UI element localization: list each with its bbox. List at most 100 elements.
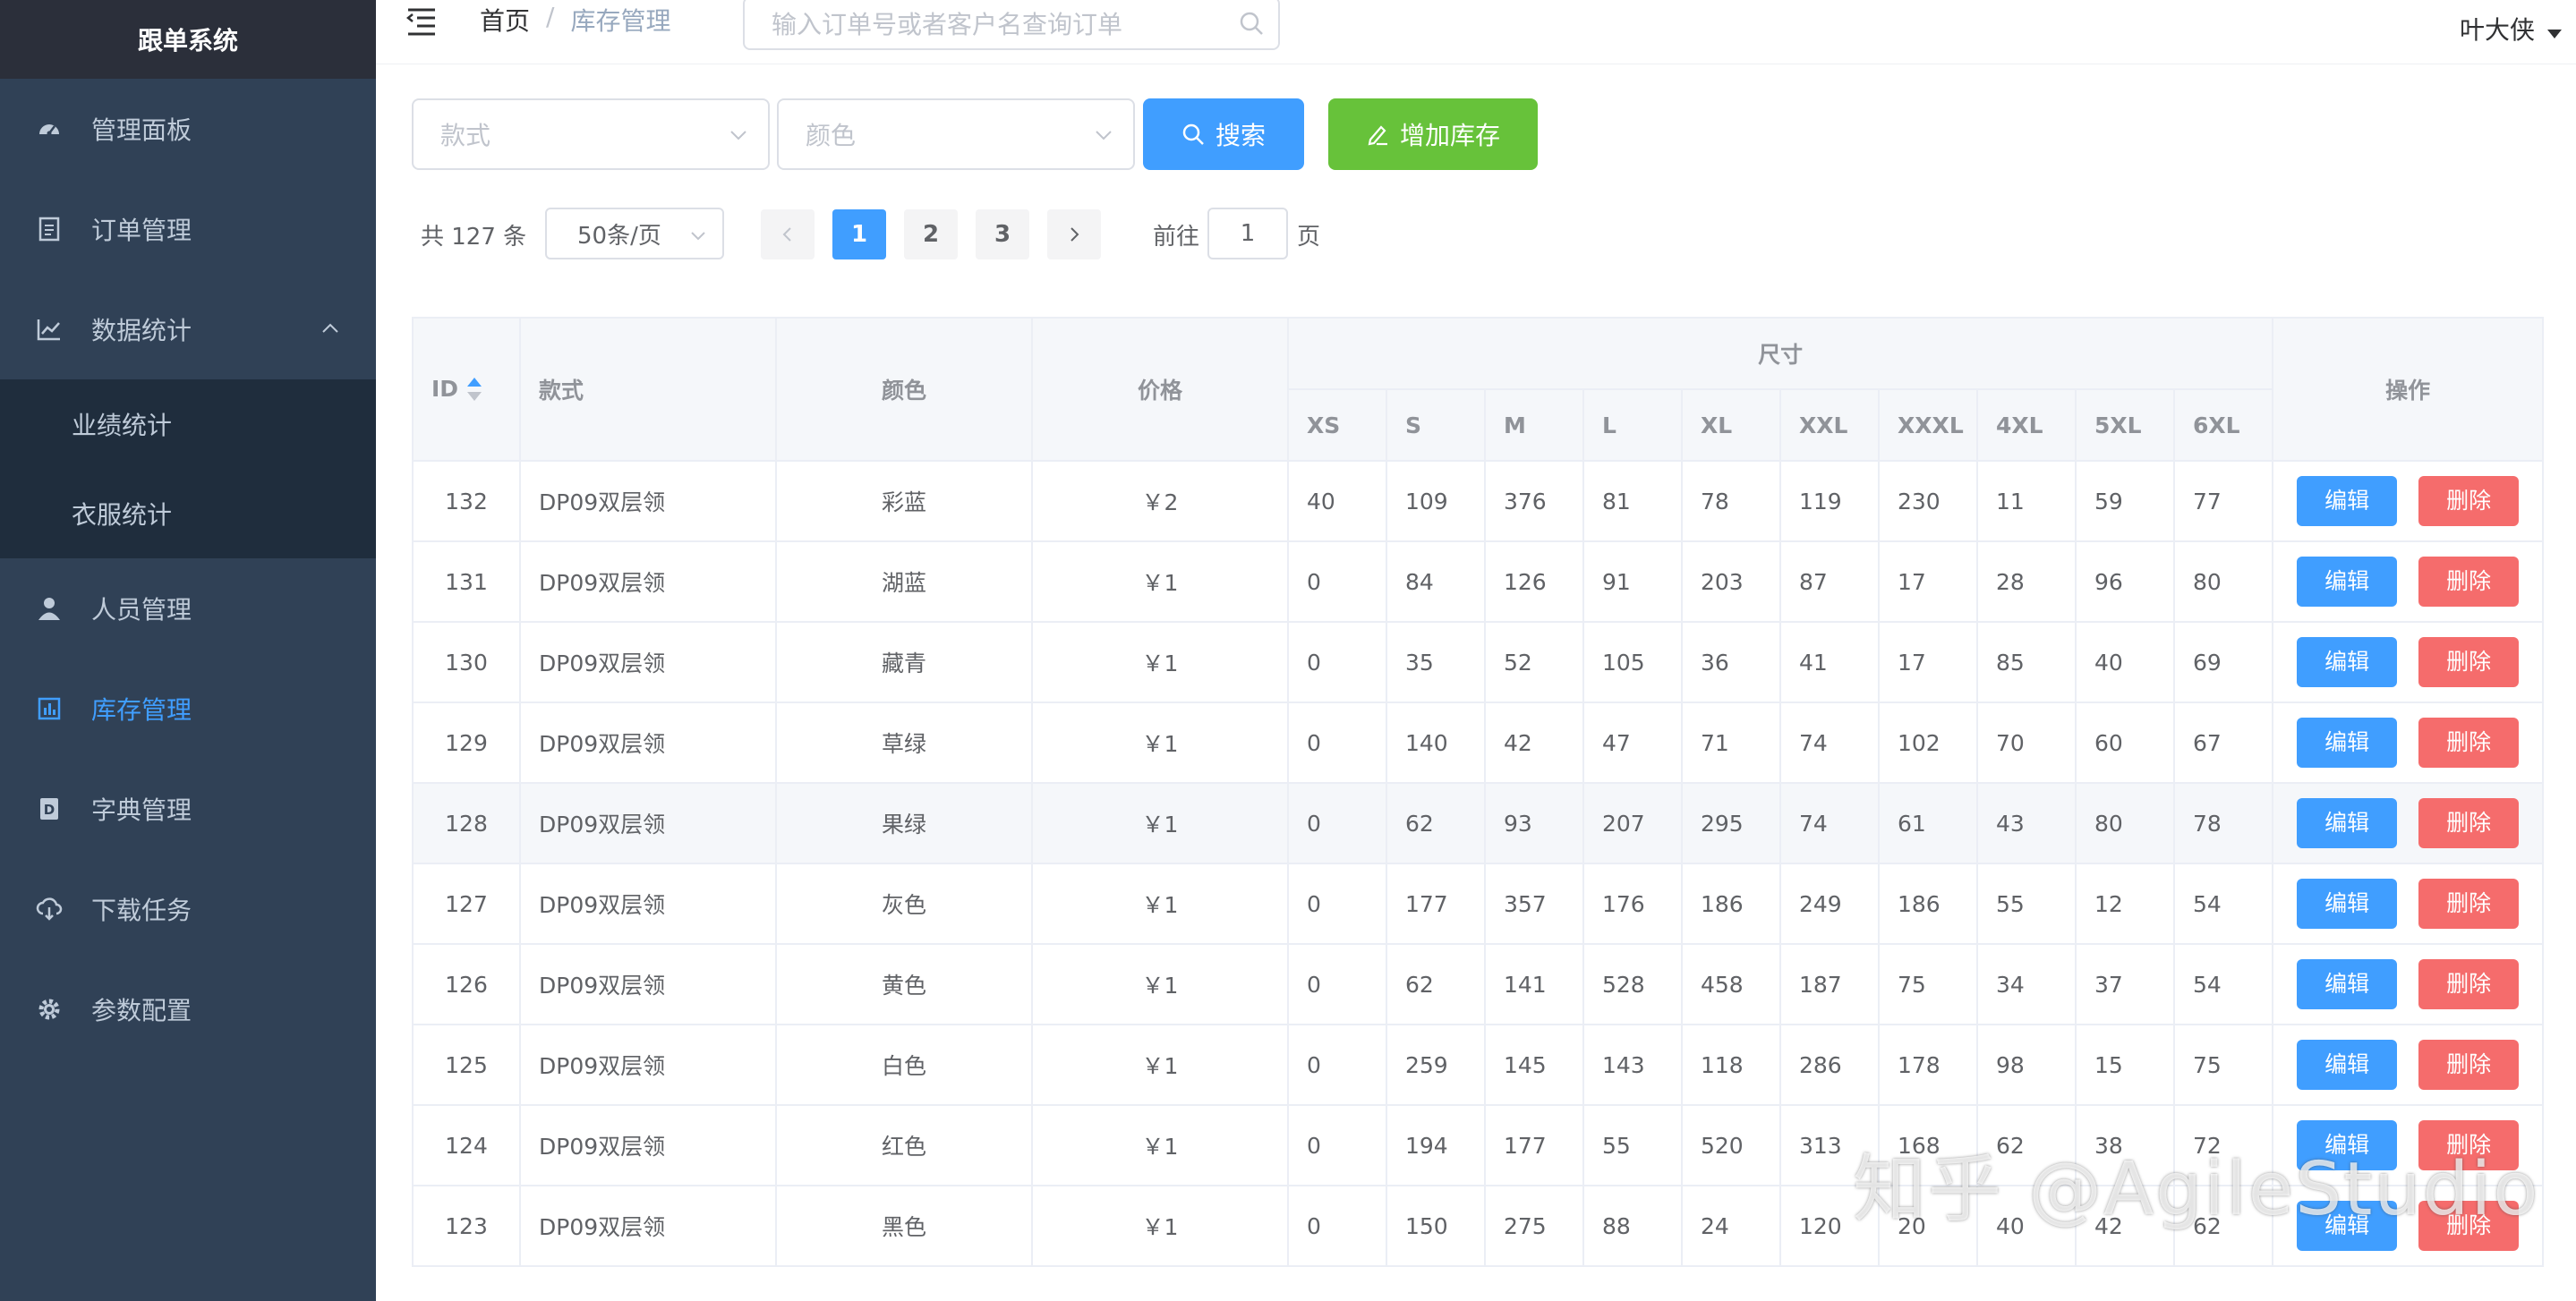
prev-page-button[interactable]: [761, 209, 815, 259]
style-select[interactable]: 款式: [412, 98, 770, 170]
sidebar-item-settings[interactable]: 参数配置: [0, 959, 376, 1059]
cell-size-qty: 35: [1386, 621, 1486, 703]
sidebar-item-label: 数据统计: [91, 316, 192, 345]
cell-actions: 编辑 删除: [2272, 1024, 2545, 1106]
delete-button[interactable]: 删除: [2418, 798, 2520, 848]
cell-size-qty: 286: [1779, 1024, 1880, 1106]
cell-size-qty: 0: [1287, 1024, 1387, 1106]
edit-button[interactable]: 编辑: [2297, 557, 2398, 607]
search-icon: [1182, 123, 1204, 145]
sidebar-item-staff[interactable]: 人员管理: [0, 558, 376, 659]
page-number-3[interactable]: 3: [976, 209, 1029, 259]
sidebar-item-inventory[interactable]: 库存管理: [0, 659, 376, 759]
cell-color: 黄色: [775, 943, 1033, 1025]
sidebar-item-dictionary[interactable]: D 字典管理: [0, 759, 376, 859]
cell-size-qty: 67: [2172, 702, 2274, 784]
sidebar-item-dashboard[interactable]: 管理面板: [0, 79, 376, 179]
goto-page-input[interactable]: 1: [1207, 208, 1288, 259]
next-page-button[interactable]: [1047, 209, 1101, 259]
cell-actions: 编辑 删除: [2272, 460, 2545, 542]
page-size-select[interactable]: 50条/页: [545, 208, 724, 259]
delete-button[interactable]: 删除: [2418, 557, 2520, 607]
search-button[interactable]: 搜索: [1143, 98, 1304, 170]
color-select[interactable]: 颜色: [777, 98, 1135, 170]
add-inventory-button[interactable]: 增加库存: [1328, 98, 1538, 170]
cell-size-qty: 143: [1582, 1024, 1683, 1106]
table-row: 125 DP09双层领 白色 ￥1 0 259 145 143 118 286 178 98 15 75 编…: [412, 1024, 2545, 1106]
cell-size-qty: 84: [1386, 540, 1486, 623]
edit-button[interactable]: 编辑: [2297, 637, 2398, 687]
user-icon: [36, 595, 63, 622]
sidebar-subitem-clothing[interactable]: 衣服统计: [0, 469, 376, 558]
edit-button[interactable]: 编辑: [2297, 798, 2398, 848]
cell-size-qty: 176: [1582, 863, 1683, 945]
chevron-down-icon: [691, 232, 705, 241]
cell-size-qty: 118: [1681, 1024, 1781, 1106]
cell-size-qty: 145: [1484, 1024, 1584, 1106]
cell-actions: 编辑 删除: [2272, 540, 2545, 623]
cell-size-qty: 28: [1976, 540, 2077, 623]
edit-button[interactable]: 编辑: [2297, 1040, 2398, 1090]
inventory-table: ID 款式 颜色 价格 尺寸 操作 XS S M L XL XXL XXXL 4XL 5XL 6X…: [412, 317, 2545, 1267]
chevron-up-icon: [322, 323, 338, 333]
cell-size-qty: 37: [2075, 943, 2175, 1025]
cell-style: DP09双层领: [519, 943, 777, 1025]
sidebar-subitem-performance[interactable]: 业绩统计: [0, 379, 376, 469]
svg-text:D: D: [44, 802, 55, 818]
edit-button[interactable]: 编辑: [2297, 718, 2398, 768]
cell-size-qty: 36: [1681, 621, 1781, 703]
column-header-id[interactable]: ID: [412, 317, 521, 462]
delete-button[interactable]: 删除: [2418, 718, 2520, 768]
column-header-color: 颜色: [775, 317, 1033, 462]
sidebar-item-downloads[interactable]: 下载任务: [0, 859, 376, 959]
cell-style: DP09双层领: [519, 1104, 777, 1186]
sort-icon[interactable]: [467, 378, 482, 403]
sidebar-item-orders[interactable]: 订单管理: [0, 179, 376, 279]
cell-price: ￥2: [1031, 460, 1289, 542]
cell-id: 132: [412, 460, 521, 542]
page-number-2[interactable]: 2: [904, 209, 958, 259]
search-button-label: 搜索: [1215, 121, 1266, 150]
cell-size-qty: 126: [1484, 540, 1584, 623]
cell-size-qty: 80: [2172, 540, 2274, 623]
cell-price: ￥1: [1031, 702, 1289, 784]
user-menu[interactable]: 叶大侠: [2460, 11, 2562, 47]
cell-style: DP09双层领: [519, 1185, 777, 1267]
delete-button[interactable]: 删除: [2418, 637, 2520, 687]
edit-button[interactable]: 编辑: [2297, 879, 2398, 929]
delete-button[interactable]: 删除: [2418, 879, 2520, 929]
cell-size-qty: 43: [1976, 782, 2077, 864]
column-header-size: XXL: [1779, 388, 1880, 462]
sidebar-item-label: 订单管理: [91, 216, 192, 245]
order-search-input[interactable]: 输入订单号或者客户名查询订单: [743, 0, 1280, 50]
edit-button[interactable]: 编辑: [2297, 476, 2398, 526]
cell-id: 128: [412, 782, 521, 864]
sidebar-item-label: 库存管理: [91, 695, 192, 725]
cell-color: 白色: [775, 1024, 1033, 1106]
edit-button[interactable]: 编辑: [2297, 959, 2398, 1009]
column-header-price: 价格: [1031, 317, 1289, 462]
cell-size-qty: 140: [1386, 702, 1486, 784]
cell-actions: 编辑 删除: [2272, 702, 2545, 784]
sidebar-item-statistics[interactable]: 数据统计: [0, 279, 376, 379]
cell-size-qty: 59: [2075, 460, 2175, 542]
goto-label: 前往: [1153, 224, 1200, 251]
page-number-1[interactable]: 1: [832, 209, 886, 259]
table-row: 126 DP09双层领 黄色 ￥1 0 62 141 528 458 187 75 34 37 54 编辑删…: [412, 943, 2545, 1025]
cell-size-qty: 259: [1386, 1024, 1486, 1106]
cell-size-qty: 34: [1976, 943, 2077, 1025]
delete-button[interactable]: 删除: [2418, 476, 2520, 526]
search-icon[interactable]: [1239, 11, 1264, 36]
cell-size-qty: 177: [1386, 863, 1486, 945]
color-select-placeholder: 颜色: [806, 121, 857, 150]
caret-down-icon: [2547, 30, 2562, 38]
breadcrumb-home[interactable]: 首页: [480, 2, 530, 38]
chevron-down-icon: [730, 131, 746, 140]
cell-color: 黑色: [775, 1185, 1033, 1267]
delete-button[interactable]: 删除: [2418, 959, 2520, 1009]
delete-button[interactable]: 删除: [2418, 1040, 2520, 1090]
menu-toggle-icon[interactable]: [406, 5, 437, 36]
cell-size-qty: 54: [2172, 863, 2274, 945]
cell-size-qty: 177: [1484, 1104, 1584, 1186]
edit-icon: [1368, 125, 1387, 146]
